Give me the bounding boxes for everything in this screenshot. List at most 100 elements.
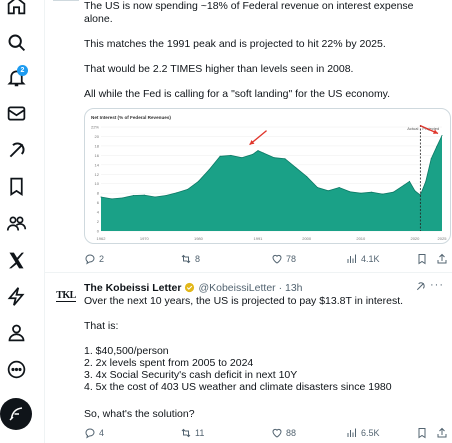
y-tick-label: 6 — [97, 200, 100, 205]
data-point — [425, 180, 427, 182]
data-point — [133, 195, 134, 196]
messages-icon[interactable] — [2, 99, 30, 127]
data-point — [327, 190, 329, 192]
data-point — [165, 195, 167, 196]
tweet2-list-item-4: 4. 5x the cost of 403 US weather and cli… — [84, 381, 392, 393]
data-point — [154, 196, 156, 198]
compose-post-button[interactable] — [0, 398, 32, 430]
search-icon[interactable] — [2, 28, 30, 56]
tweet-divider — [45, 272, 452, 273]
bookmark-button[interactable] — [416, 253, 431, 265]
data-point — [414, 190, 416, 192]
tweet1-text-top: The US is now spending ~18% of Federal r… — [84, 0, 414, 25]
data-point — [403, 184, 405, 186]
repost-button[interactable]: 11 — [180, 427, 204, 439]
data-point — [409, 180, 410, 182]
views-count: 4.1K — [361, 254, 380, 264]
grok-icon[interactable] — [2, 136, 30, 164]
tweet1-paragraph-3: That would be 2.2 TIMES higher than leve… — [84, 63, 354, 75]
verified-badge-icon — [185, 282, 195, 293]
data-point — [382, 193, 383, 195]
data-point — [187, 188, 189, 190]
data-point — [257, 150, 259, 152]
data-point — [143, 194, 145, 196]
communities-icon[interactable] — [2, 209, 30, 237]
data-point — [262, 152, 264, 154]
tweet2-question: So, what's the solution? — [84, 408, 195, 420]
like-count: 88 — [286, 428, 297, 438]
share-button[interactable] — [436, 253, 451, 265]
y-tick-label: 0 — [97, 229, 100, 234]
data-point — [176, 192, 178, 194]
data-point — [252, 153, 254, 155]
data-point — [284, 158, 286, 160]
feather-icon — [9, 407, 23, 421]
like-count: 78 — [286, 254, 297, 264]
y-tick-label: 22% — [91, 125, 99, 130]
views-button[interactable]: 4.1K — [346, 253, 380, 265]
repost-count: 8 — [195, 254, 201, 264]
tweet2-actions: 4 11 88 6.5K — [84, 427, 452, 441]
thread-connector — [53, 0, 79, 4]
bookmarks-icon[interactable] — [2, 172, 30, 200]
y-tick-label: 14 — [95, 162, 100, 167]
data-point — [392, 191, 394, 193]
y-tick-label: 12 — [95, 172, 100, 177]
verified-orgs-icon[interactable] — [2, 282, 30, 310]
data-point — [441, 135, 443, 136]
profile-icon[interactable] — [2, 318, 30, 346]
data-point — [371, 191, 373, 193]
reply-icon — [85, 254, 95, 265]
actual-label: Actual — [407, 126, 418, 131]
bookmark-button[interactable] — [416, 427, 431, 439]
data-point — [241, 157, 243, 159]
tweet2-intro: Over the next 10 years, the US is projec… — [84, 295, 404, 307]
reply-count: 2 — [99, 254, 105, 264]
y-tick-label: 10 — [95, 181, 100, 186]
data-point — [208, 169, 210, 170]
tweet1-paragraph-4: All while the Fed is calling for a "soft… — [84, 88, 391, 100]
x-tick-label: 1991 — [254, 236, 264, 241]
repost-button[interactable]: 8 — [180, 253, 200, 265]
heart-icon — [272, 428, 282, 438]
home-icon[interactable] — [2, 0, 30, 19]
grok-icon[interactable] — [415, 281, 426, 292]
more-icon[interactable] — [2, 355, 30, 383]
avatar-logo-text: TKL — [56, 289, 76, 302]
like-button[interactable]: 78 — [271, 253, 296, 265]
tweet1-chart-image[interactable]: Net Interest (% of Federal Revenues) 22%… — [84, 108, 451, 244]
x-tick-label: 2020 — [410, 236, 420, 241]
y-tick-label: 16 — [95, 153, 100, 158]
more-options-icon[interactable]: ··· — [430, 279, 444, 291]
like-button[interactable]: 88 — [271, 427, 296, 439]
x-tick-label: 1980 — [194, 236, 204, 241]
x-tick-label: 2025 — [438, 236, 448, 241]
y-tick-label: 20 — [95, 134, 100, 139]
x-tick-label: 1962 — [97, 236, 107, 241]
y-tick-label: 4 — [97, 210, 100, 215]
bookmark-icon — [418, 254, 426, 265]
data-point — [230, 154, 232, 156]
tweet2-header: The Kobeissi Letter @KobeissiLetter · 13… — [84, 279, 452, 294]
y-tick-label: 8 — [97, 191, 100, 196]
notification-badge: 2 — [17, 65, 28, 76]
author-handle[interactable]: @KobeissiLetter · 13h — [198, 282, 302, 294]
x-premium-icon[interactable] — [2, 246, 30, 274]
tweet1-paragraph-2: This matches the 1991 peak and is projec… — [84, 38, 386, 50]
avatar[interactable]: TKL — [53, 283, 79, 309]
views-button[interactable]: 6.5K — [346, 427, 380, 439]
data-point — [295, 167, 297, 169]
repost-count: 11 — [195, 428, 205, 438]
notifications-icon[interactable]: 2 — [2, 63, 30, 91]
data-point — [436, 146, 438, 148]
share-button[interactable] — [436, 427, 451, 439]
reply-button[interactable]: 4 — [84, 427, 104, 439]
interest-chart: Net Interest (% of Federal Revenues) 22%… — [91, 115, 448, 241]
author-name[interactable]: The Kobeissi Letter — [84, 282, 181, 294]
repost-icon — [181, 254, 191, 264]
share-icon — [437, 253, 447, 264]
data-point — [197, 180, 199, 182]
data-point — [111, 198, 113, 200]
x-tick-label: 1970 — [140, 236, 150, 241]
reply-button[interactable]: 2 — [84, 253, 104, 265]
